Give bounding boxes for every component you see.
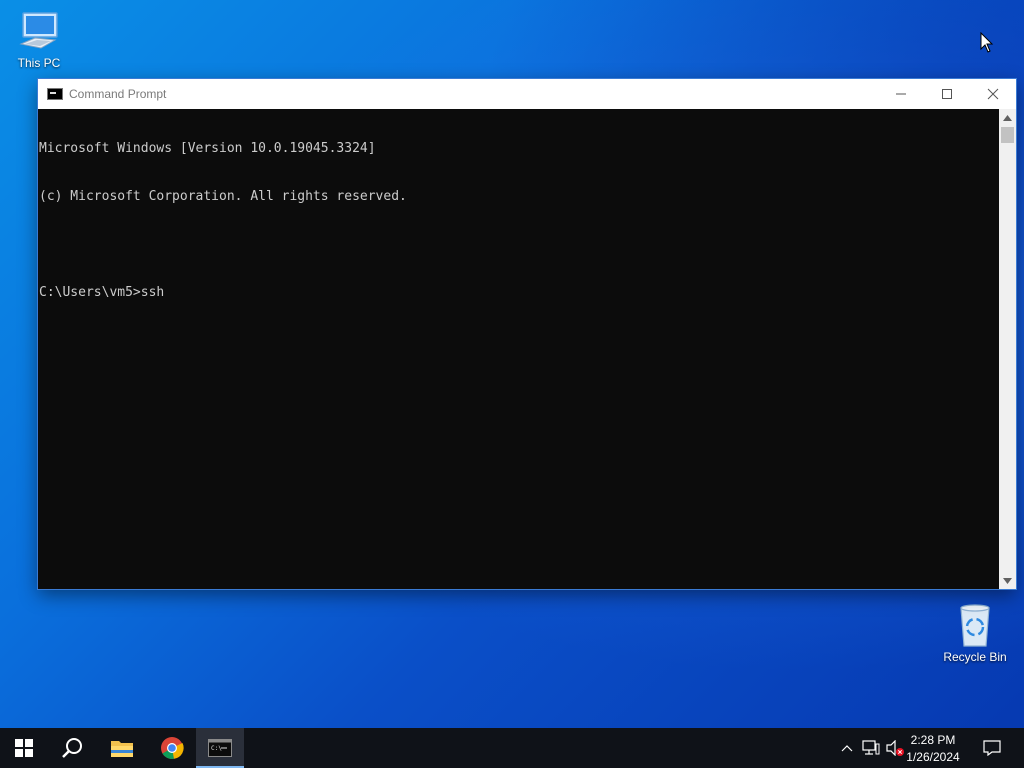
- chevron-up-icon: [841, 745, 853, 752]
- chrome-icon: [161, 737, 184, 759]
- windows-logo-icon: [15, 739, 33, 757]
- close-icon: [987, 88, 999, 100]
- desktop-icon-label: This PC: [17, 56, 61, 70]
- command-prompt-window[interactable]: Command Prompt Microsoft Windows [Versio…: [38, 79, 1016, 589]
- scroll-up-button[interactable]: [999, 109, 1016, 126]
- title-bar[interactable]: Command Prompt: [38, 79, 1016, 109]
- taskbar: C:\ 2:28 PM 1/26/2024: [0, 728, 1024, 768]
- system-clock[interactable]: 2:28 PM 1/26/2024: [896, 732, 970, 766]
- console-output[interactable]: Microsoft Windows [Version 10.0.19045.33…: [38, 109, 998, 589]
- maximize-icon: [942, 89, 952, 99]
- close-button[interactable]: [970, 79, 1016, 109]
- desktop-icon-this-pc[interactable]: This PC: [0, 10, 78, 70]
- console-line: Microsoft Windows [Version 10.0.19045.33…: [39, 141, 376, 156]
- cmd-icon: [47, 88, 63, 100]
- chrome-button[interactable]: [148, 728, 196, 768]
- start-button[interactable]: [0, 728, 48, 768]
- cmd-icon: C:\: [208, 739, 232, 757]
- search-button[interactable]: [48, 728, 96, 768]
- network-icon: [862, 740, 880, 755]
- scroll-up-icon: [1003, 114, 1012, 121]
- desktop-icon-recycle-bin[interactable]: Recycle Bin: [936, 602, 1014, 664]
- clock-time: 2:28 PM: [910, 733, 956, 747]
- clock-date: 1/26/2024: [906, 750, 960, 764]
- notification-icon: [983, 740, 1001, 756]
- show-hidden-icons-button[interactable]: [836, 728, 858, 768]
- vertical-scrollbar[interactable]: [999, 109, 1016, 589]
- search-icon: [62, 738, 82, 758]
- command-prompt-line[interactable]: C:\Users\vm5>ssh: [39, 285, 998, 301]
- maximize-button[interactable]: [924, 79, 970, 109]
- recycle-bin-icon: [960, 604, 990, 647]
- command-prompt-taskbar-button[interactable]: C:\: [196, 728, 244, 768]
- scroll-down-icon: [1003, 577, 1012, 584]
- this-pc-icon: [19, 12, 58, 49]
- folder-icon: [111, 741, 133, 757]
- notification-center-button[interactable]: [978, 728, 1006, 768]
- svg-text:C:\: C:\: [211, 745, 222, 752]
- minimize-button[interactable]: [878, 79, 924, 109]
- scrollbar-thumb[interactable]: [1001, 127, 1014, 143]
- scroll-down-button[interactable]: [999, 572, 1016, 589]
- desktop-icon-label: Recycle Bin: [943, 650, 1007, 664]
- network-button[interactable]: [860, 728, 882, 768]
- console-line: (c) Microsoft Corporation. All rights re…: [39, 189, 407, 204]
- file-explorer-button[interactable]: [98, 728, 146, 768]
- window-title: Command Prompt: [69, 87, 167, 101]
- mouse-cursor-icon: [980, 32, 994, 53]
- minimize-icon: [896, 93, 906, 95]
